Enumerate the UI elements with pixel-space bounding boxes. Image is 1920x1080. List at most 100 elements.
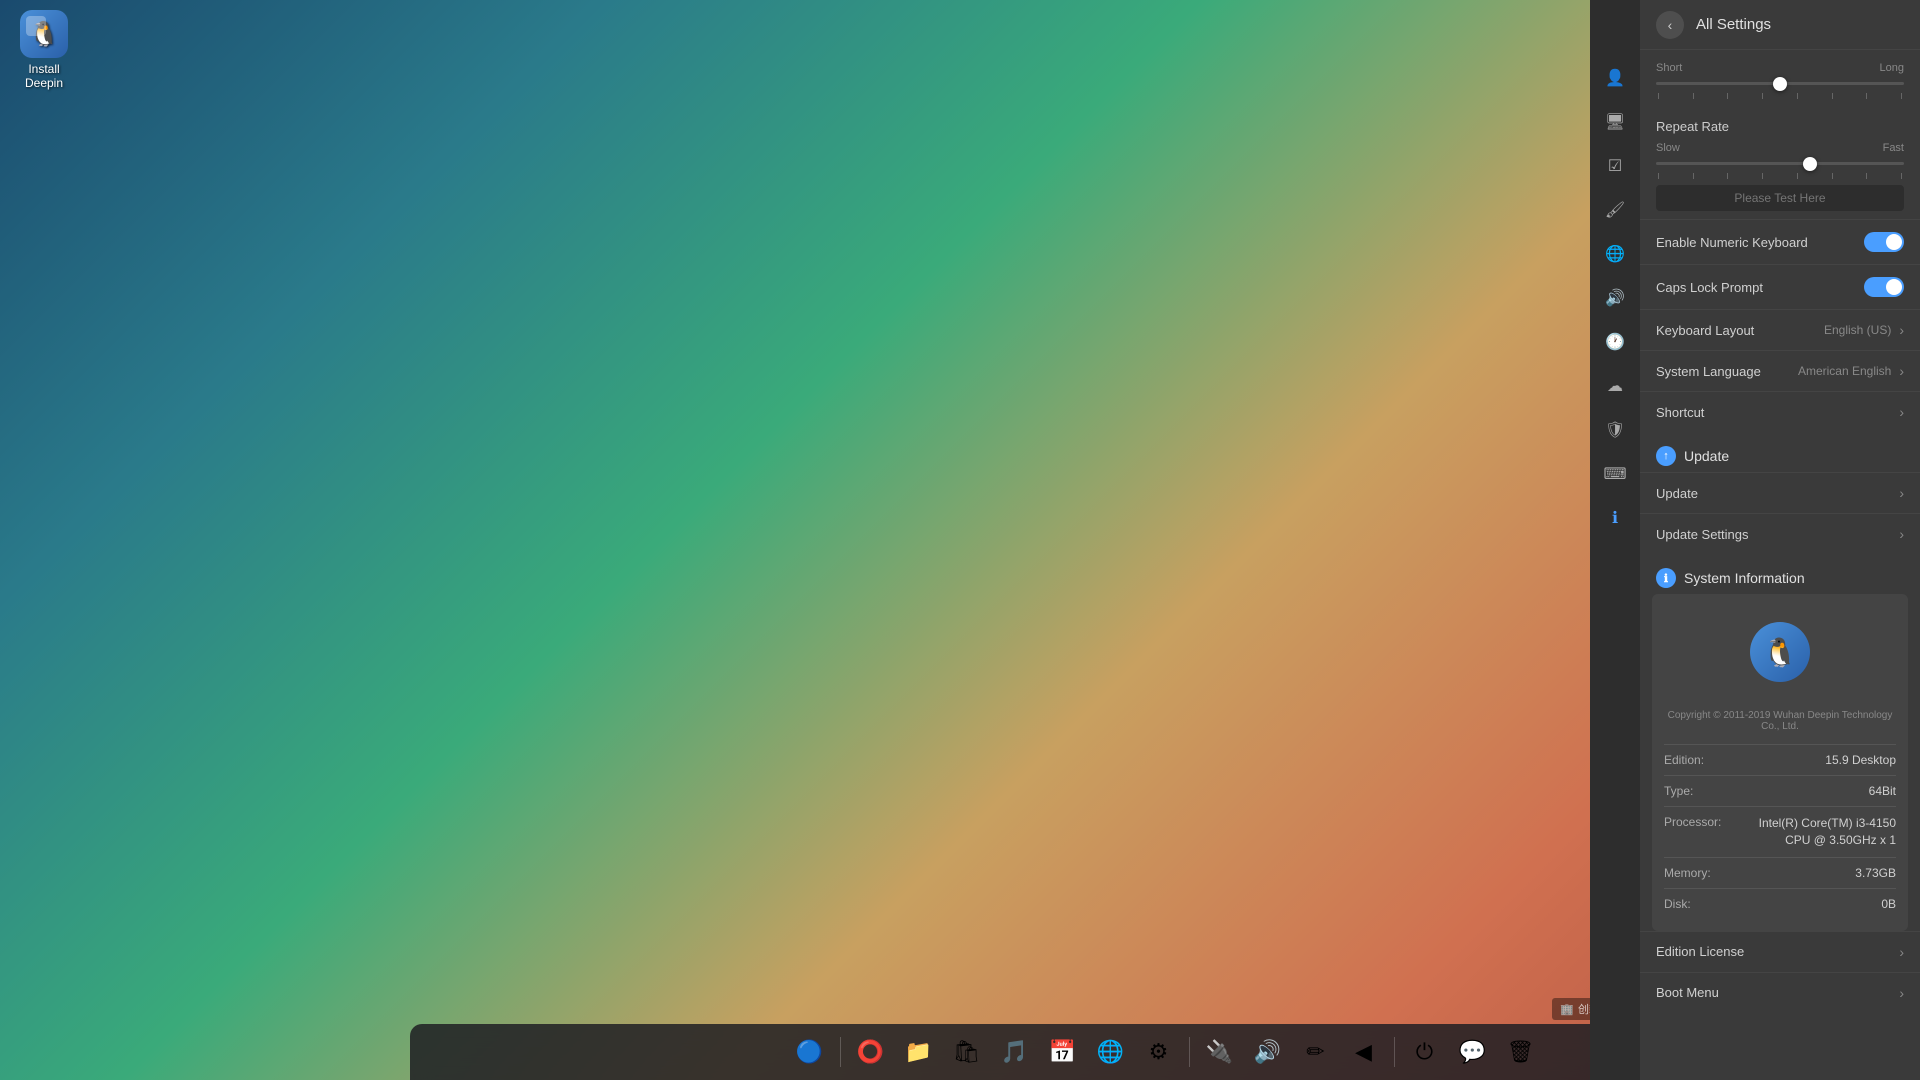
caps-lock-prompt-row: Caps Lock Prompt bbox=[1640, 264, 1920, 309]
update-settings-label: Update Settings bbox=[1656, 527, 1749, 542]
memory-value: 3.73GB bbox=[1855, 866, 1896, 880]
watermark-icon: 🏢 bbox=[1560, 1003, 1574, 1016]
repeat-rate-ticks bbox=[1656, 173, 1904, 179]
keyboard-layout-item[interactable]: Keyboard Layout English (US) › bbox=[1640, 309, 1920, 350]
delay-slider-ticks bbox=[1656, 93, 1904, 99]
deepin-logo: 🐧 bbox=[1750, 622, 1810, 682]
system-language-value: American English bbox=[1798, 364, 1891, 378]
repeat-rate-slider-track[interactable] bbox=[1656, 162, 1904, 165]
system-info-card: 🐧 Copyright © 2011-2019 Wuhan Deepin Tec… bbox=[1652, 594, 1908, 931]
system-language-label: System Language bbox=[1656, 364, 1761, 379]
boot-menu-item[interactable]: Boot Menu › bbox=[1640, 972, 1920, 1013]
taskbar-wechat[interactable]: 💬 bbox=[1451, 1030, 1495, 1074]
sidebar-icon-volume[interactable]: 🔊 bbox=[1597, 280, 1633, 316]
boot-menu-label: Boot Menu bbox=[1656, 985, 1719, 1000]
disk-key: Disk: bbox=[1664, 897, 1691, 911]
memory-row: Memory: 3.73GB bbox=[1664, 857, 1896, 888]
taskbar-separator-1 bbox=[840, 1037, 841, 1067]
long-label: Long bbox=[1880, 62, 1904, 74]
edition-value: 15.9 Desktop bbox=[1825, 753, 1896, 767]
taskbar-trash[interactable]: 🗑 bbox=[1499, 1030, 1543, 1074]
keyboard-layout-value: English (US) bbox=[1824, 323, 1891, 337]
sidebar-icon-keyboard[interactable]: ⌨ bbox=[1597, 456, 1633, 492]
keyboard-layout-chevron-icon: › bbox=[1899, 322, 1904, 338]
sidebar-icon-info[interactable]: ℹ bbox=[1597, 500, 1633, 536]
taskbar-usb[interactable]: 🔌 bbox=[1198, 1030, 1242, 1074]
enable-numeric-keyboard-row: Enable Numeric Keyboard bbox=[1640, 219, 1920, 264]
taskbar-volume[interactable]: 🔊 bbox=[1246, 1030, 1290, 1074]
taskbar-separator-2 bbox=[1189, 1037, 1190, 1067]
copyright-text: Copyright © 2011-2019 Wuhan Deepin Techn… bbox=[1664, 706, 1896, 740]
system-language-item[interactable]: System Language American English › bbox=[1640, 350, 1920, 391]
sidebar-icon-checkbox[interactable]: ☑ bbox=[1597, 148, 1633, 184]
caps-lock-prompt-toggle[interactable] bbox=[1864, 277, 1904, 297]
shortcut-label: Shortcut bbox=[1656, 405, 1704, 420]
repeat-rate-slider-section: Repeat Rate Slow Fast bbox=[1640, 107, 1920, 219]
sidebar-icon-person[interactable]: 👤 bbox=[1597, 60, 1633, 96]
edition-license-label: Edition License bbox=[1656, 944, 1744, 959]
system-info-title: System Information bbox=[1684, 570, 1805, 586]
update-label: Update bbox=[1656, 486, 1698, 501]
taskbar-power[interactable]: ⏻ bbox=[1403, 1030, 1447, 1074]
keyboard-layout-right: English (US) › bbox=[1824, 322, 1904, 338]
caps-lock-prompt-label: Caps Lock Prompt bbox=[1656, 280, 1763, 295]
type-value: 64Bit bbox=[1869, 784, 1896, 798]
disk-value: 0B bbox=[1881, 897, 1896, 911]
delay-slider-thumb[interactable] bbox=[1773, 77, 1787, 91]
desktop-install-icon[interactable]: 🐧 Install Deepin bbox=[20, 10, 68, 90]
edition-license-item[interactable]: Edition License › bbox=[1640, 931, 1920, 972]
update-settings-chevron-icon: › bbox=[1899, 526, 1904, 542]
fast-label: Fast bbox=[1883, 142, 1904, 154]
type-key: Type: bbox=[1664, 784, 1693, 798]
install-deepin-icon-image: 🐧 bbox=[20, 10, 68, 58]
disk-row: Disk: 0B bbox=[1664, 888, 1896, 919]
install-label-line2: Deepin bbox=[25, 76, 63, 90]
processor-row: Processor: Intel(R) Core(TM) i3-4150 CPU… bbox=[1664, 806, 1896, 857]
update-item[interactable]: Update › bbox=[1640, 472, 1920, 513]
sidebar-icon-clock[interactable]: 🕐 bbox=[1597, 324, 1633, 360]
enable-numeric-keyboard-label: Enable Numeric Keyboard bbox=[1656, 235, 1808, 250]
shortcut-item[interactable]: Shortcut › bbox=[1640, 391, 1920, 432]
taskbar-calendar[interactable]: 📅 bbox=[1041, 1030, 1085, 1074]
sidebar-icon-globe[interactable]: 🌐 bbox=[1597, 236, 1633, 272]
settings-panel: ‹ All Settings Short Long Repeat Rate Sl… bbox=[1640, 0, 1920, 1080]
sidebar-icon-monitor[interactable]: 🖥 bbox=[1597, 104, 1633, 140]
system-info-icon: ℹ bbox=[1656, 568, 1676, 588]
settings-header: ‹ All Settings bbox=[1640, 0, 1920, 50]
system-language-chevron-icon: › bbox=[1899, 363, 1904, 379]
taskbar-settings[interactable]: ⚙ bbox=[1137, 1030, 1181, 1074]
sidebar-icon-shield[interactable]: 🛡 bbox=[1597, 412, 1633, 448]
processor-key: Processor: bbox=[1664, 815, 1721, 849]
test-input-field[interactable] bbox=[1656, 185, 1904, 211]
taskbar-pen[interactable]: ✏ bbox=[1294, 1030, 1338, 1074]
taskbar-back[interactable]: ◀ bbox=[1342, 1030, 1386, 1074]
system-language-right: American English › bbox=[1798, 363, 1904, 379]
update-section-title: Update bbox=[1684, 448, 1729, 464]
taskbar-screenshot[interactable]: ⭕ bbox=[849, 1030, 893, 1074]
update-chevron-icon: › bbox=[1899, 485, 1904, 501]
taskbar-separator-3 bbox=[1394, 1037, 1395, 1067]
settings-content: Short Long Repeat Rate Slow Fast bbox=[1640, 50, 1920, 1080]
settings-back-button[interactable]: ‹ bbox=[1656, 11, 1684, 39]
taskbar-file-manager[interactable]: 📁 bbox=[897, 1030, 941, 1074]
delay-slider-track[interactable] bbox=[1656, 82, 1904, 85]
short-label: Short bbox=[1656, 62, 1682, 74]
update-settings-item[interactable]: Update Settings › bbox=[1640, 513, 1920, 554]
sysinfo-logo: 🐧 bbox=[1664, 606, 1896, 698]
slow-label: Slow bbox=[1656, 142, 1680, 154]
repeat-rate-label: Repeat Rate bbox=[1656, 119, 1904, 134]
enable-numeric-keyboard-toggle[interactable] bbox=[1864, 232, 1904, 252]
processor-value: Intel(R) Core(TM) i3-4150 CPU @ 3.50GHz … bbox=[1736, 815, 1896, 849]
edition-key: Edition: bbox=[1664, 753, 1704, 767]
edition-row: Edition: 15.9 Desktop bbox=[1664, 744, 1896, 775]
taskbar-deepin-launcher[interactable]: 🔵 bbox=[788, 1030, 832, 1074]
taskbar-appstore[interactable]: 🛍 bbox=[945, 1030, 989, 1074]
taskbar-music[interactable]: 🎵 bbox=[993, 1030, 1037, 1074]
repeat-rate-slider-thumb[interactable] bbox=[1803, 157, 1817, 171]
keyboard-layout-label: Keyboard Layout bbox=[1656, 323, 1754, 338]
taskbar-chrome[interactable]: 🌐 bbox=[1089, 1030, 1133, 1074]
sidebar-icon-brush[interactable]: 🖌 bbox=[1597, 192, 1633, 228]
sidebar-icon-cloud[interactable]: ☁ bbox=[1597, 368, 1633, 404]
update-section-icon: ↑ bbox=[1656, 446, 1676, 466]
system-info-section-header: ℹ System Information bbox=[1640, 554, 1920, 594]
